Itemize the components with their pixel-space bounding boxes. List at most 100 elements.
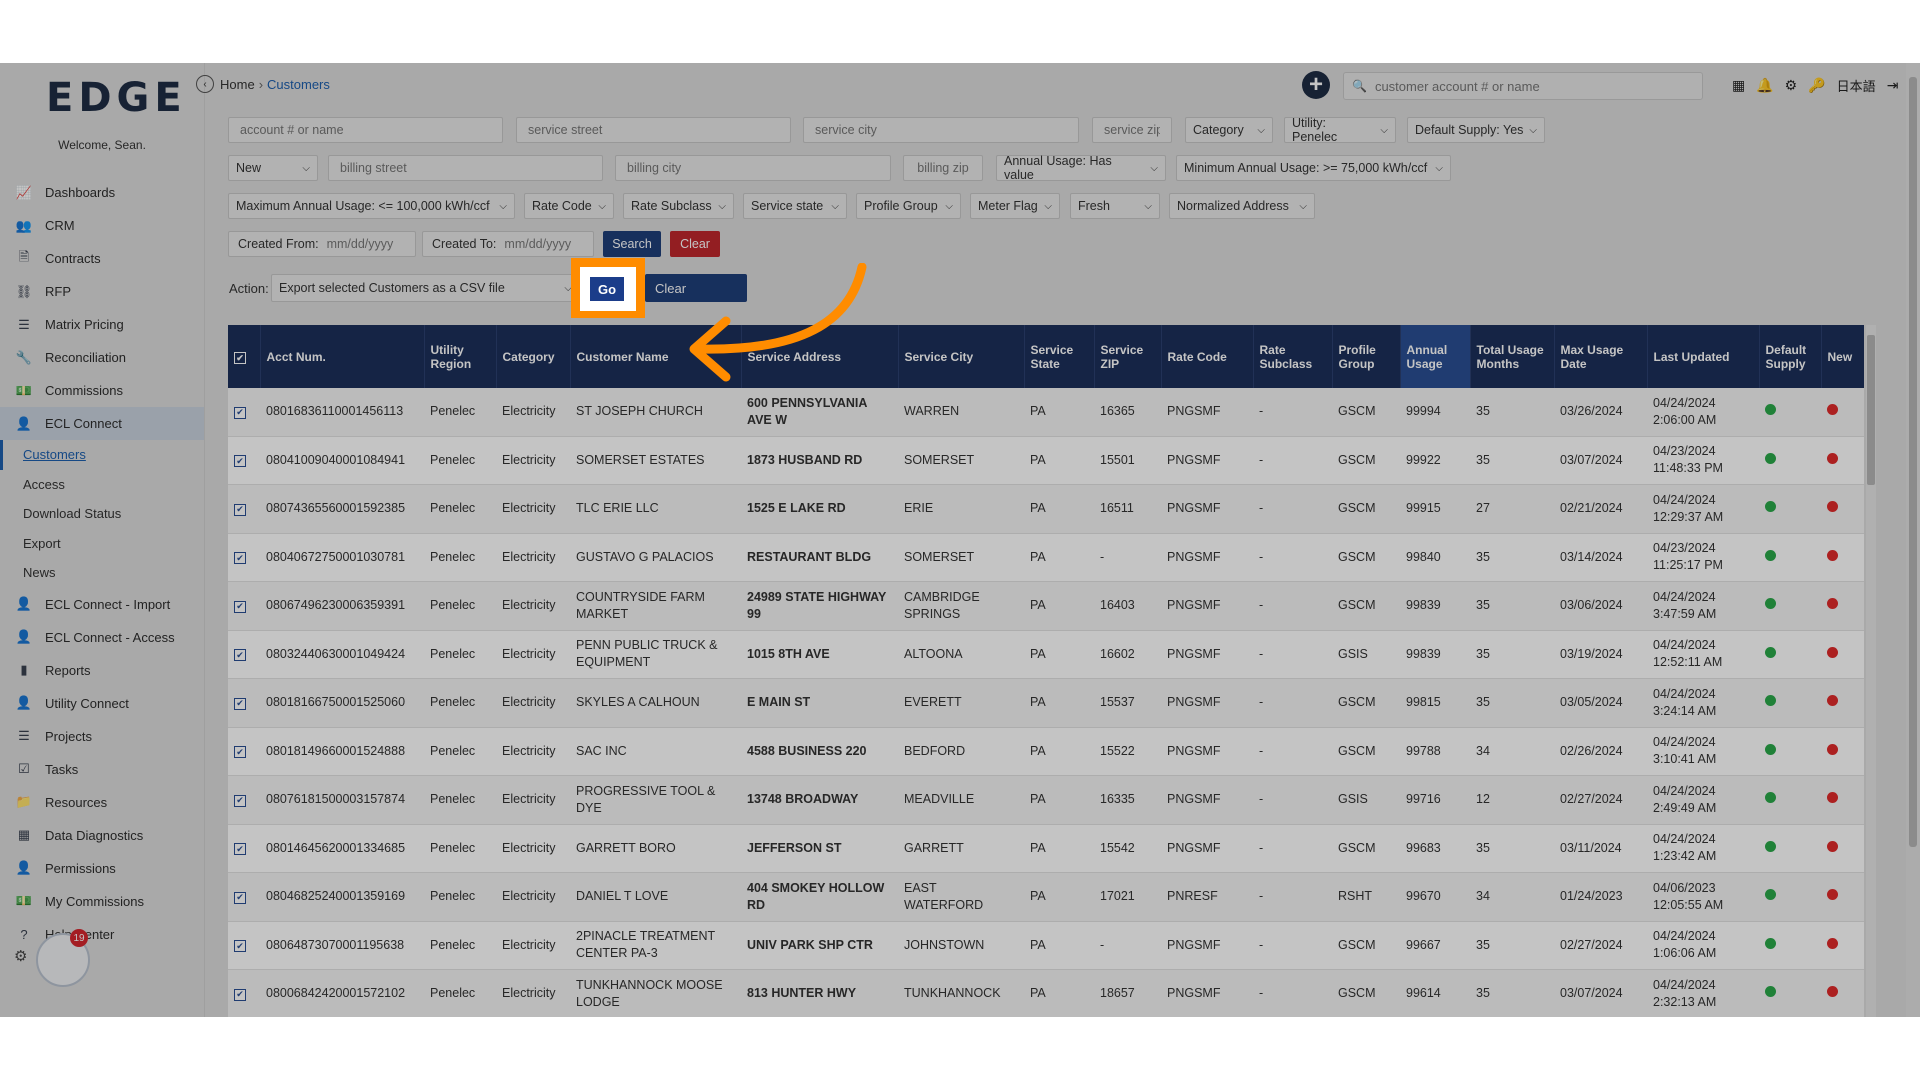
sidebar-item-ecl-connect-access[interactable]: 👤 ECL Connect - Access	[0, 621, 204, 654]
logout-icon[interactable]: ⇥	[1887, 77, 1899, 94]
rate-code-select[interactable]: Rate Code ⌵	[524, 193, 614, 219]
sidebar-item-commissions[interactable]: 💵 Commissions	[0, 374, 204, 407]
annual-usage-select[interactable]: Annual Usage: Has value ⌵	[996, 154, 1166, 182]
go-button[interactable]: Go	[588, 275, 626, 303]
service-zip-field[interactable]	[1092, 117, 1172, 143]
table-row[interactable]: ✔ 08064873070001195638 Penelec Electricity 2…	[228, 921, 1864, 970]
sidebar-item-rfp[interactable]: ⛓ RFP	[0, 275, 204, 308]
search-button[interactable]: Search	[603, 231, 661, 257]
scrollbar-thumb[interactable]	[1909, 77, 1917, 847]
sidebar-item-resources[interactable]: 📁 Resources	[0, 786, 204, 819]
gear-icon[interactable]: ⚙	[1785, 77, 1798, 94]
sidebar-item-help-center[interactable]: ?Help Center	[0, 918, 204, 951]
scrollbar-thumb[interactable]	[1867, 335, 1875, 485]
normalized-address-select[interactable]: Normalized Address ⌵	[1169, 193, 1315, 219]
sidebar-subitem-export[interactable]: Export	[0, 529, 204, 559]
sidebar-subitem-customers[interactable]: Customers	[0, 440, 204, 470]
sidebar-item-dashboards[interactable]: 📈 Dashboards	[0, 176, 204, 209]
default-supply-select[interactable]: Default Supply: Yes ⌵	[1407, 117, 1545, 143]
sidebar-item-my-commissions[interactable]: 💵 My Commissions	[0, 885, 204, 918]
billing-zip-field[interactable]	[903, 155, 983, 181]
row-checkbox[interactable]: ✔	[228, 824, 260, 873]
clear-filters-button[interactable]: Clear	[670, 231, 720, 257]
sidebar-item-tasks[interactable]: ☑ Tasks	[0, 753, 204, 786]
min-annual-usage-select[interactable]: Minimum Annual Usage: >= 75,000 kWh/ccf ⌵	[1176, 155, 1451, 181]
column-header[interactable]: Max Usage Date	[1554, 325, 1648, 388]
service-state-select[interactable]: Service state ⌵	[743, 193, 847, 219]
billing-city-field[interactable]	[615, 155, 891, 181]
table-row[interactable]: ✔ 08006842420001572102 Penelec Electricity T…	[228, 969, 1864, 1017]
row-checkbox[interactable]: ✔	[228, 484, 260, 534]
sidebar-item-contracts[interactable]: 🗎 Contracts	[0, 242, 204, 275]
sidebar-item-utility-connect[interactable]: 👤 Utility Connect	[0, 687, 204, 720]
table-row[interactable]: ✔ 08018166750001525060 Penelec Electricity S…	[228, 678, 1864, 728]
billing-street-field[interactable]	[328, 155, 603, 181]
account-field[interactable]	[228, 117, 503, 143]
max-annual-usage-select[interactable]: Maximum Annual Usage: <= 100,000 kWh/ccf…	[228, 193, 515, 219]
language-link[interactable]: 日本語	[1837, 76, 1876, 95]
column-header[interactable]: Profile Group	[1332, 325, 1401, 388]
sidebar-subitem-access[interactable]: Access	[0, 470, 204, 500]
column-header[interactable]: Acct Num.	[260, 325, 425, 388]
row-checkbox[interactable]: ✔	[228, 678, 260, 728]
global-search-input[interactable]	[1372, 77, 1677, 95]
column-header[interactable]: Category	[496, 325, 571, 388]
sidebar-item-permissions[interactable]: 👤 Permissions	[0, 852, 204, 885]
table-row[interactable]: ✔ 08041009040001084941 Penelec Electricity S…	[228, 436, 1864, 485]
sidebar-item-projects[interactable]: ☰ Projects	[0, 720, 204, 753]
column-header[interactable]: Last Updated	[1647, 325, 1760, 388]
billing-zip-input[interactable]	[913, 160, 973, 176]
gear-icon[interactable]: ⚙	[14, 947, 27, 965]
service-city-input[interactable]	[813, 122, 1069, 138]
table-scrollbar[interactable]	[1866, 325, 1876, 1017]
table-row[interactable]: ✔ 08016836110001456113 Penelec Electricity S…	[228, 388, 1864, 437]
created-to-placeholder[interactable]: mm/dd/yyyy	[504, 237, 571, 251]
service-city-field[interactable]	[803, 117, 1079, 143]
created-from-field[interactable]: Created From: mm/dd/yyyy	[228, 231, 416, 257]
account-input[interactable]	[238, 122, 493, 138]
row-checkbox[interactable]: ✔	[228, 921, 260, 970]
table-row[interactable]: ✔ 08046825240001359169 Penelec Electricity D…	[228, 872, 1864, 922]
sidebar-item-reports[interactable]: ▮ Reports	[0, 654, 204, 687]
sidebar-item-reconciliation[interactable]: 🔧 Reconciliation	[0, 341, 204, 374]
sidebar-item-matrix-pricing[interactable]: ☰ Matrix Pricing	[0, 308, 204, 341]
row-checkbox[interactable]: ✔	[228, 969, 260, 1017]
select-all-checkbox[interactable]: ✔	[228, 325, 261, 388]
breadcrumb-current[interactable]: Customers	[267, 77, 330, 92]
new-select[interactable]: New ⌵	[228, 155, 318, 181]
column-header[interactable]: Service State	[1024, 325, 1095, 388]
table-row[interactable]: ✔ 08067496230006359391 Penelec Electricity C…	[228, 581, 1864, 631]
add-icon[interactable]: +	[1302, 71, 1330, 99]
table-row[interactable]: ✔ 08074365560001592385 Penelec Electricity T…	[228, 484, 1864, 534]
column-header[interactable]: Service City	[898, 325, 1025, 388]
profile-group-select[interactable]: Profile Group ⌵	[856, 193, 961, 219]
row-checkbox[interactable]: ✔	[228, 533, 260, 582]
column-header-sorted[interactable]: Annual Usage	[1400, 325, 1471, 388]
sidebar-item-data-diagnostics[interactable]: ▦ Data Diagnostics	[0, 819, 204, 852]
key-icon[interactable]: 🔑	[1808, 77, 1825, 94]
service-zip-input[interactable]	[1102, 122, 1162, 138]
back-icon[interactable]: ‹	[196, 75, 214, 93]
column-header[interactable]: Utility Region	[424, 325, 497, 388]
calendar-icon[interactable]: ▦	[1732, 77, 1745, 94]
sidebar-item-crm[interactable]: 👥 CRM	[0, 209, 204, 242]
column-header[interactable]: New	[1821, 325, 1864, 388]
sidebar-item-ecl-connect[interactable]: 👤 ECL Connect	[0, 407, 204, 440]
row-checkbox[interactable]: ✔	[228, 436, 260, 485]
column-header[interactable]: Rate Code	[1161, 325, 1254, 388]
column-header[interactable]: Rate Subclass	[1253, 325, 1333, 388]
table-row[interactable]: ✔ 08076181500003157874 Penelec Electricity P…	[228, 775, 1864, 825]
rate-subclass-select[interactable]: Rate Subclass ⌵	[623, 193, 734, 219]
row-checkbox[interactable]: ✔	[228, 775, 260, 825]
sidebar-subitem-news[interactable]: News	[0, 558, 204, 588]
table-row[interactable]: ✔ 08014645620001334685 Penelec Electricity G…	[228, 824, 1864, 873]
created-to-field[interactable]: Created To: mm/dd/yyyy	[422, 231, 594, 257]
column-header[interactable]: Total Usage Months	[1470, 325, 1555, 388]
column-header[interactable]: Default Supply	[1759, 325, 1822, 388]
bell-icon[interactable]: 🔔	[1756, 77, 1773, 94]
service-street-input[interactable]	[526, 122, 781, 138]
page-scrollbar[interactable]	[1906, 63, 1920, 1017]
meter-flag-select[interactable]: Meter Flag ⌵	[970, 193, 1060, 219]
created-from-placeholder[interactable]: mm/dd/yyyy	[327, 237, 394, 251]
table-row[interactable]: ✔ 08018149660001524888 Penelec Electricity S…	[228, 727, 1864, 776]
